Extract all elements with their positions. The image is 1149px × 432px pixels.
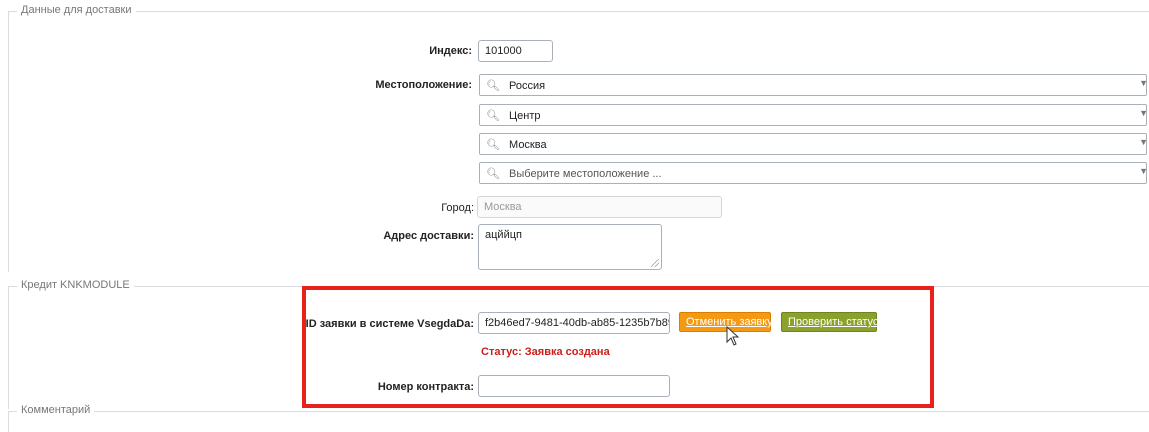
location-country-select[interactable]: 🔍︎ Россия ▼ <box>479 74 1148 96</box>
location-next-select[interactable]: 🔍︎ Выберите местоположение ... ▼ <box>479 162 1148 184</box>
index-input[interactable]: 101000 <box>478 40 553 62</box>
highlight-box <box>302 286 934 408</box>
chevron-down-icon: ▼ <box>1139 137 1148 147</box>
search-icon: 🔍︎ <box>486 110 500 122</box>
city-input: Москва <box>477 196 722 218</box>
mouse-cursor-icon <box>726 326 740 346</box>
index-label: Индекс: <box>429 45 472 57</box>
comment-section: Комментарий <box>8 404 1149 432</box>
location-placeholder: Выберите местоположение ... <box>509 168 662 180</box>
location-city-value: Москва <box>509 139 547 151</box>
address-value: ацййцп <box>485 229 522 241</box>
chevron-down-icon: ▼ <box>1139 166 1148 176</box>
search-icon: 🔍︎ <box>486 168 500 180</box>
location-country-value: Россия <box>509 80 546 92</box>
location-region-select[interactable]: 🔍︎ Центр ▼ <box>479 104 1148 126</box>
comment-legend: Комментарий <box>17 404 95 416</box>
resize-handle[interactable] <box>651 259 659 267</box>
delivery-legend: Данные для доставки <box>17 4 136 16</box>
city-label: Город: <box>441 202 474 214</box>
chevron-down-icon: ▼ <box>1139 78 1148 88</box>
search-icon: 🔍︎ <box>486 139 500 151</box>
search-icon: 🔍︎ <box>486 80 500 92</box>
address-label: Адрес доставки: <box>383 230 474 242</box>
address-textarea[interactable]: ацййцп <box>478 224 662 270</box>
credit-legend: Кредит KNKMODULE <box>17 279 134 291</box>
location-label: Местоположение: <box>375 79 472 91</box>
chevron-down-icon: ▼ <box>1139 108 1148 118</box>
location-region-value: Центр <box>509 110 541 122</box>
location-city-select[interactable]: 🔍︎ Москва ▼ <box>479 133 1148 155</box>
